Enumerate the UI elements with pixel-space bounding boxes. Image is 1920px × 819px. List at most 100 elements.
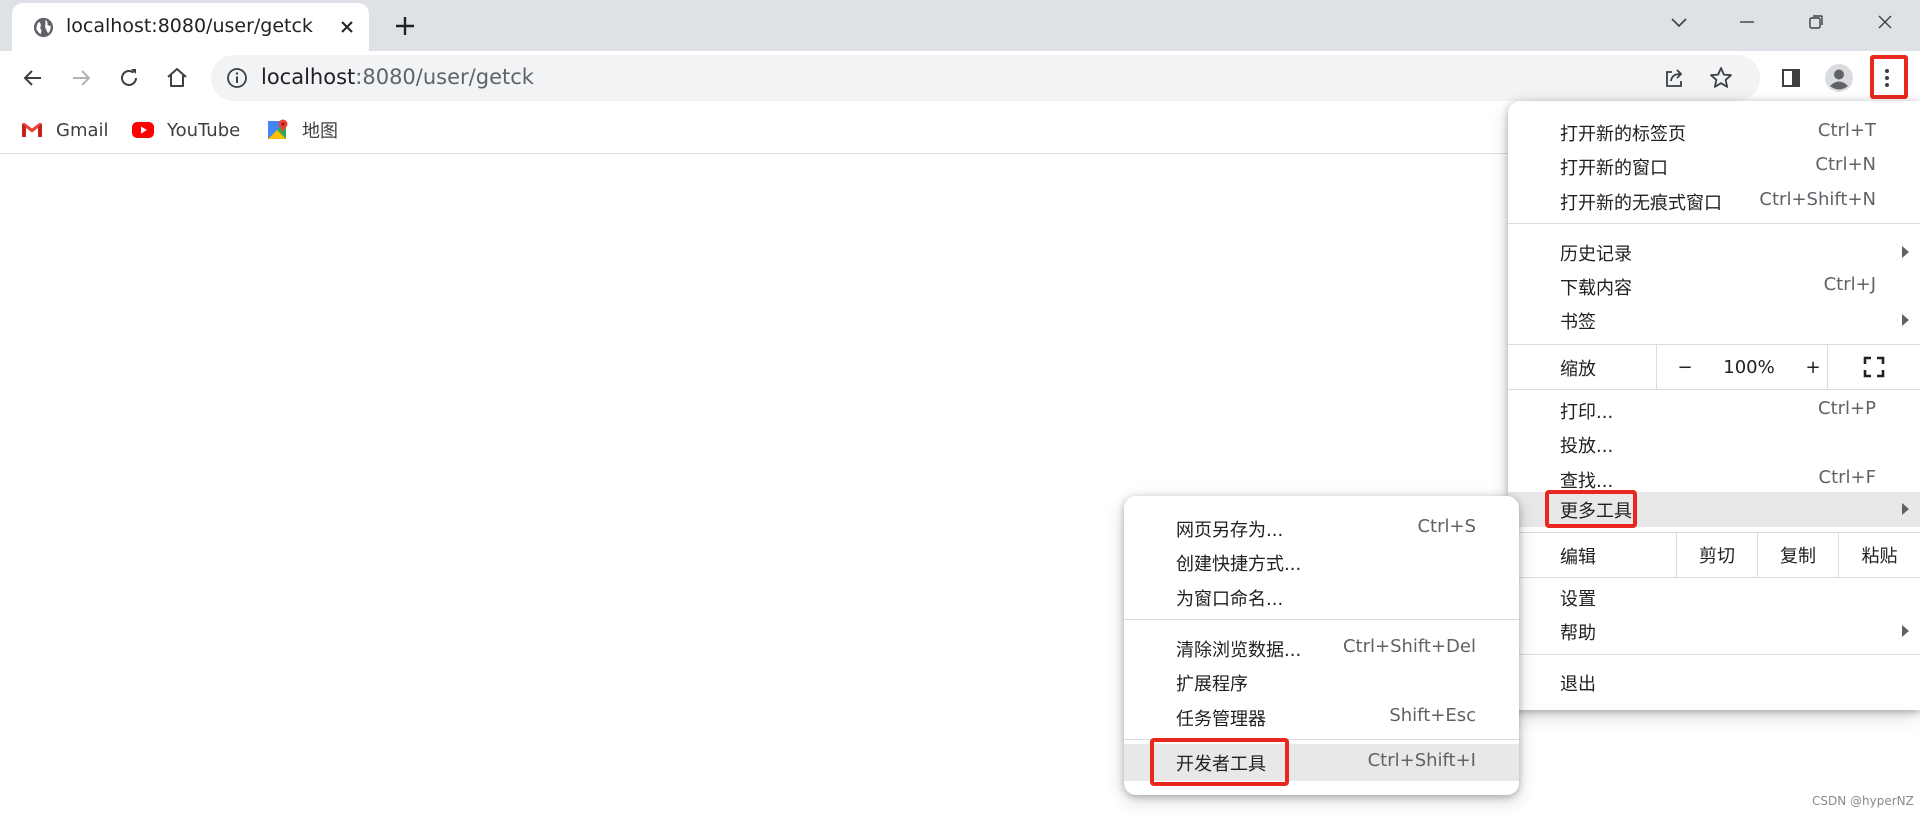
menu-item-label: 打开新的标签页 (1560, 124, 1686, 145)
share-icon[interactable] (1661, 64, 1689, 92)
arrow-right-icon (73, 70, 91, 86)
menu-item-shortcut: Ctrl+Shift+Del (1342, 636, 1476, 657)
menu-item-extensions[interactable]: 扩展程序 (1124, 665, 1519, 700)
menu-item-shortcut: Ctrl+J (1823, 274, 1876, 295)
zoom-level: 100% (1723, 356, 1775, 378)
bookmark-label: Gmail (56, 119, 109, 141)
menu-item-help[interactable]: 帮助 (1508, 614, 1920, 649)
edit-row: 编辑 剪切 复制 粘贴 (1508, 533, 1920, 577)
back-button[interactable] (12, 57, 54, 99)
side-panel-button[interactable] (1770, 57, 1812, 99)
tab-title: localhost:8080/user/getck (66, 15, 313, 37)
menu-separator (1124, 619, 1519, 620)
menu-item-label: 网页另存为... (1176, 520, 1284, 541)
url-host: localhost (261, 65, 356, 89)
menu-item-downloads[interactable]: 下载内容 Ctrl+J (1508, 269, 1920, 304)
menu-separator (1508, 389, 1920, 390)
bookmark-label: YouTube (167, 119, 241, 141)
menu-separator (1508, 223, 1920, 224)
menu-item-exit[interactable]: 退出 (1508, 665, 1920, 700)
gmail-icon (22, 122, 42, 137)
menu-item-clear-browsing-data[interactable]: 清除浏览数据... Ctrl+Shift+Del (1124, 631, 1519, 666)
menu-item-label: 任务管理器 (1176, 709, 1266, 730)
menu-item-label: 下载内容 (1560, 278, 1632, 299)
menu-item-settings[interactable]: 设置 (1508, 580, 1920, 615)
reload-button[interactable] (108, 57, 150, 99)
star-icon[interactable] (1707, 64, 1735, 92)
menu-item-label: 打开新的无痕式窗口 (1560, 193, 1722, 214)
window-close-button[interactable] (1869, 8, 1901, 36)
menu-item-save-page[interactable]: 网页另存为... Ctrl+S (1124, 511, 1519, 546)
menu-separator (1508, 654, 1920, 655)
menu-item-shortcut: Ctrl+T (1817, 120, 1876, 141)
home-icon (167, 68, 187, 87)
menu-item-more-tools[interactable]: 更多工具 (1508, 490, 1920, 528)
fullscreen-button[interactable] (1828, 345, 1920, 389)
zoom-label: 缩放 (1560, 359, 1596, 380)
submenu-arrow-icon (1902, 625, 1909, 637)
menu-item-shortcut: Ctrl+Shift+N (1759, 189, 1876, 210)
more-tools-submenu: 网页另存为... Ctrl+S 创建快捷方式... 为窗口命名... 清除浏览数… (1124, 496, 1519, 795)
forward-button[interactable] (60, 57, 102, 99)
reload-icon (121, 69, 137, 86)
menu-button-highlight (1870, 55, 1908, 99)
zoom-out-button[interactable]: − (1657, 345, 1713, 389)
menu-item-shortcut: Shift+Esc (1389, 705, 1476, 726)
zoom-row: 缩放 − 100% + (1508, 345, 1920, 389)
menu-item-label: 历史记录 (1560, 244, 1632, 265)
toolbar: localhost:8080/user/getck (0, 51, 1920, 105)
menu-item-new-incognito[interactable]: 打开新的无痕式窗口 Ctrl+Shift+N (1508, 184, 1920, 219)
menu-item-label: 创建快捷方式... (1176, 554, 1302, 575)
restore-icon (1809, 15, 1823, 29)
tab-search-button[interactable] (1663, 8, 1695, 36)
menu-item-new-window[interactable]: 打开新的窗口 Ctrl+N (1508, 149, 1920, 184)
active-tab[interactable]: localhost:8080/user/getck (12, 3, 369, 51)
menu-item-shortcut: Ctrl+S (1417, 516, 1476, 537)
youtube-icon (132, 122, 154, 138)
globe-icon (33, 17, 54, 38)
side-panel-icon (1782, 69, 1800, 87)
bookmark-label: 地图 (302, 121, 338, 142)
menu-item-name-window[interactable]: 为窗口命名... (1124, 580, 1519, 615)
chrome-main-menu: 打开新的标签页 Ctrl+T 打开新的窗口 Ctrl+N 打开新的无痕式窗口 C… (1508, 101, 1920, 710)
menu-item-task-manager[interactable]: 任务管理器 Shift+Esc (1124, 700, 1519, 735)
plus-icon (395, 16, 414, 35)
submenu-arrow-icon (1902, 314, 1909, 326)
info-icon[interactable] (225, 66, 249, 90)
fullscreen-icon (1863, 356, 1885, 378)
paste-button[interactable]: 粘贴 (1839, 533, 1920, 577)
profile-button[interactable] (1818, 57, 1860, 99)
copy-button[interactable]: 复制 (1758, 533, 1838, 577)
menu-separator (1508, 577, 1920, 578)
menu-item-label: 清除浏览数据... (1176, 640, 1302, 661)
menu-item-print[interactable]: 打印... Ctrl+P (1508, 393, 1920, 428)
bookmark-youtube[interactable]: YouTube (131, 115, 240, 145)
menu-item-label: 设置 (1560, 589, 1596, 610)
new-tab-button[interactable] (390, 11, 419, 40)
menu-item-label: 书签 (1560, 312, 1596, 333)
menu-item-cast[interactable]: 投放... (1508, 427, 1920, 462)
close-icon (340, 20, 353, 33)
tab-strip: localhost:8080/user/getck (0, 0, 1920, 51)
tab-close-button[interactable] (334, 14, 359, 39)
bookmark-maps[interactable]: 地图 (266, 115, 338, 145)
menu-item-history[interactable]: 历史记录 (1508, 235, 1920, 270)
menu-item-label: 打开新的窗口 (1560, 158, 1668, 179)
minimize-icon (1740, 21, 1754, 23)
menu-item-label: 投放... (1560, 436, 1614, 457)
menu-item-new-tab[interactable]: 打开新的标签页 Ctrl+T (1508, 115, 1920, 150)
home-button[interactable] (156, 57, 198, 99)
menu-item-developer-tools[interactable]: 开发者工具 Ctrl+Shift+I (1124, 738, 1519, 786)
menu-item-create-shortcut[interactable]: 创建快捷方式... (1124, 545, 1519, 580)
menu-item-label: 退出 (1560, 674, 1596, 695)
maps-icon (268, 119, 288, 139)
menu-item-shortcut: Ctrl+Shift+I (1367, 750, 1476, 771)
bookmark-gmail[interactable]: Gmail (20, 115, 109, 145)
address-bar[interactable]: localhost:8080/user/getck (211, 55, 1760, 101)
menu-item-label: 为窗口命名... (1176, 589, 1284, 610)
minimize-button[interactable] (1731, 8, 1763, 36)
cut-button[interactable]: 剪切 (1677, 533, 1757, 577)
menu-item-bookmarks[interactable]: 书签 (1508, 303, 1920, 338)
restore-button[interactable] (1800, 8, 1832, 36)
menu-item-label: 扩展程序 (1176, 674, 1248, 695)
